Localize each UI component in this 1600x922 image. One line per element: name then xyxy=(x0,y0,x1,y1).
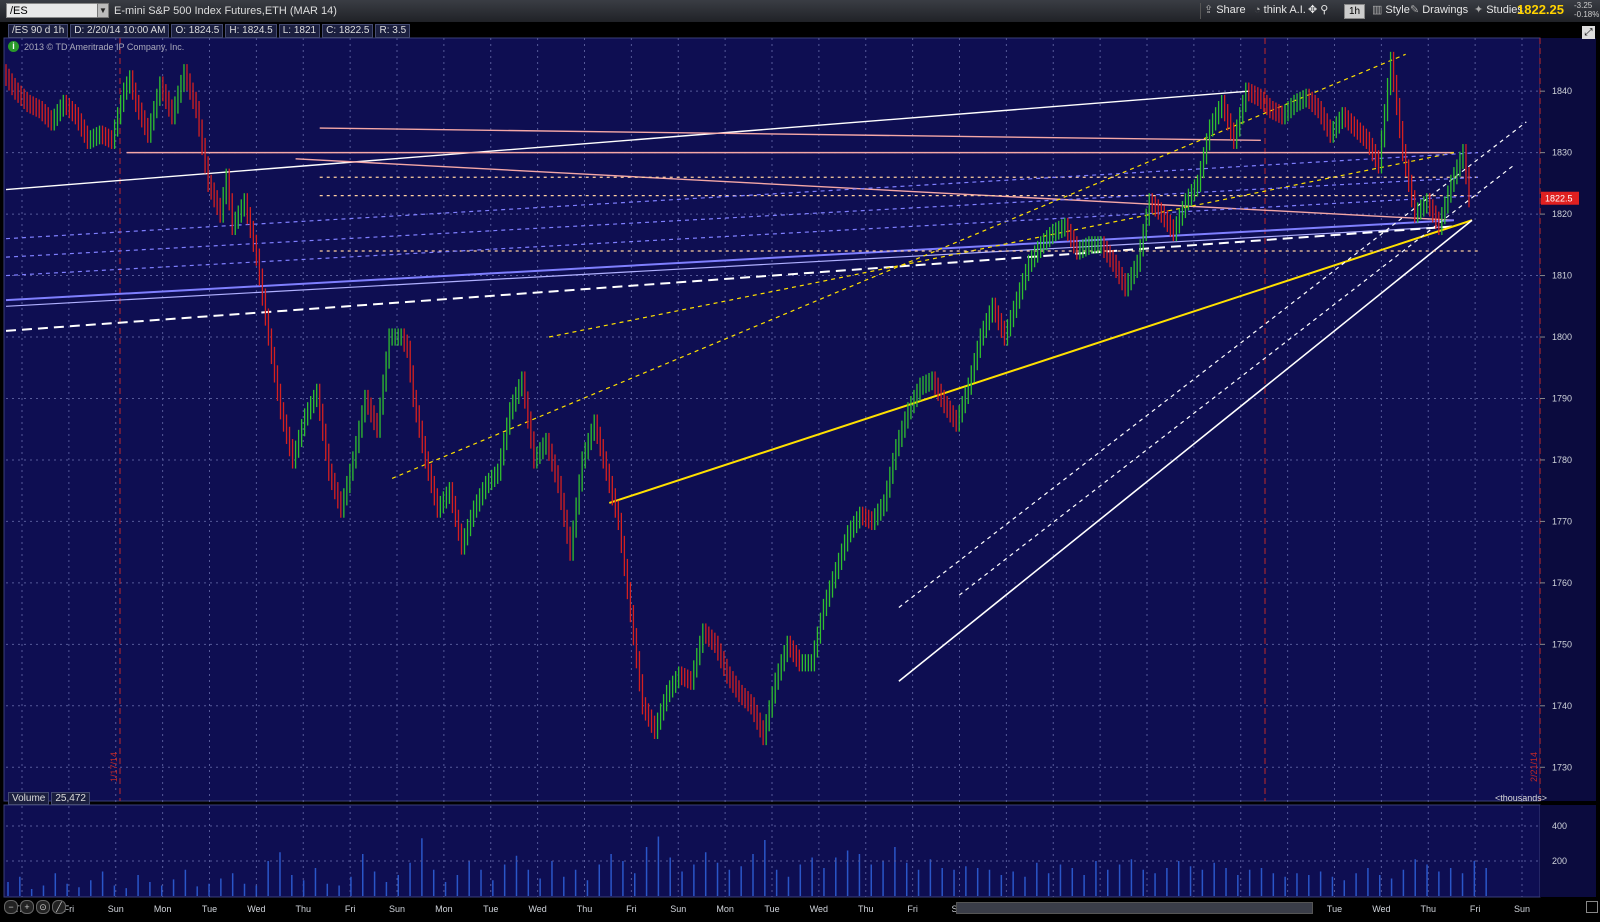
date-label: D: 2/20/14 10:00 AM xyxy=(70,24,170,38)
time-tick-label: Thu xyxy=(1420,904,1436,914)
style-label: Style xyxy=(1385,4,1410,16)
info-bar: /ES 90 d 1h D: 2/20/14 10:00 AM O: 1824.5 H… xyxy=(8,24,412,38)
think-ai-icon: ◔ xyxy=(1254,4,1261,16)
style-button[interactable]: ▥ Style xyxy=(1372,3,1410,18)
time-tick-label: Tue xyxy=(1327,904,1342,914)
time-axis-bg xyxy=(0,898,1600,922)
price-tick-label: 1760 xyxy=(1552,578,1572,588)
close-label: C: 1822.5 xyxy=(322,24,374,38)
instrument-title: E-mini S&P 500 Index Futures,ETH (MAR 14… xyxy=(114,5,337,17)
zoom-controls: − + ⊙ ╱ xyxy=(4,900,68,914)
volume-tick-label: 200 xyxy=(1552,856,1567,866)
share-icon: ⇪ xyxy=(1204,4,1214,16)
drawings-button[interactable]: ✎ Drawings xyxy=(1410,3,1468,18)
open-label: O: 1824.5 xyxy=(171,24,224,38)
date-marker-label: 1/17/14 xyxy=(109,752,119,782)
zoom-out-icon[interactable]: − xyxy=(4,900,18,914)
price-tick-label: 1730 xyxy=(1552,762,1572,772)
low-label: L: 1821 xyxy=(278,24,321,38)
link-icon: ⚲ xyxy=(1320,4,1329,16)
studies-button[interactable]: ✦ Studies xyxy=(1474,3,1523,18)
time-tick-label: Thu xyxy=(858,904,874,914)
time-tick-label: Fri xyxy=(345,904,356,914)
volume-tick-label: 400 xyxy=(1552,821,1567,831)
price-tick-label: 1800 xyxy=(1552,332,1572,342)
time-tick-label: Thu xyxy=(295,904,311,914)
volume-axis-bg xyxy=(1540,805,1596,897)
think-ai-label: think A.I. xyxy=(1263,4,1306,16)
price-tick-label: 1810 xyxy=(1552,271,1572,281)
volume-unit: <thousands> xyxy=(1495,793,1548,803)
time-tick-label: Tue xyxy=(764,904,779,914)
current-price-label: 1822.5 xyxy=(1545,194,1573,204)
time-tick-label: Mon xyxy=(154,904,172,914)
symbol-dropdown-icon[interactable]: ▼ xyxy=(97,3,109,18)
time-tick-label: Wed xyxy=(1372,904,1390,914)
info-icon[interactable]: i xyxy=(8,41,19,52)
time-tick-label: Fri xyxy=(1470,904,1481,914)
studies-icon: ✦ xyxy=(1474,4,1484,16)
pencil-icon: ✎ xyxy=(1410,4,1420,16)
volume-label: Volume 25,472 xyxy=(8,792,92,805)
change-abs: -3.25 xyxy=(1574,1,1593,10)
resize-icon[interactable] xyxy=(1586,901,1598,913)
price-tick-label: 1780 xyxy=(1552,455,1572,465)
zoom-reset-icon[interactable]: ⊙ xyxy=(36,900,50,914)
crosshair-icon: ✥ xyxy=(1308,4,1318,16)
price-tick-label: 1790 xyxy=(1552,393,1572,403)
period-label[interactable]: /ES 90 d 1h xyxy=(8,24,69,38)
volume-title: Volume xyxy=(8,792,50,805)
think-ai-button[interactable]: ◔ think A.I. xyxy=(1254,3,1306,18)
price-chart[interactable]: 1730 1740 1750 1760 1770 1780 1790 1800 1810 1820… xyxy=(0,22,1600,922)
change-pct: -0.18% xyxy=(1574,10,1600,19)
high-label: H: 1824.5 xyxy=(225,24,277,38)
time-tick-label: Tue xyxy=(483,904,498,914)
timeframe-button[interactable]: 1h xyxy=(1344,4,1366,19)
price-tick-label: 1820 xyxy=(1552,209,1572,219)
price-tick-label: 1740 xyxy=(1552,701,1572,711)
time-tick-label: Wed xyxy=(247,904,265,914)
volume-value: 25,472 xyxy=(51,792,90,805)
time-tick-label: Thu xyxy=(577,904,593,914)
date-marker-label: 2/21/14 xyxy=(1529,752,1539,782)
price-tick-label: 1830 xyxy=(1552,148,1572,158)
time-tick-label: Fri xyxy=(907,904,918,914)
zoom-in-icon[interactable]: + xyxy=(20,900,34,914)
time-tick-label: Sun xyxy=(1514,904,1530,914)
time-tick-label: Wed xyxy=(528,904,546,914)
time-tick-label: Mon xyxy=(435,904,453,914)
expand-icon[interactable]: ⤢ xyxy=(1582,26,1595,39)
crosshair-tools[interactable]: ✥ ⚲ xyxy=(1308,3,1328,18)
symbol-input[interactable]: /ES xyxy=(6,3,98,18)
share-button[interactable]: ⇪ Share xyxy=(1204,3,1246,18)
time-tick-label: Sun xyxy=(389,904,405,914)
toolbar: /ES ▼ E-mini S&P 500 Index Futures,ETH (… xyxy=(0,0,1600,23)
share-label: Share xyxy=(1216,4,1246,16)
price-tick-label: 1840 xyxy=(1552,86,1572,96)
price-tick-label: 1750 xyxy=(1552,639,1572,649)
last-price: 1822.25 xyxy=(1517,2,1564,17)
time-tick-label: Fri xyxy=(626,904,637,914)
range-label: R: 3.5 xyxy=(375,24,411,38)
style-icon: ▥ xyxy=(1372,4,1383,16)
price-tick-label: 1770 xyxy=(1552,516,1572,526)
toolbar-divider xyxy=(1200,3,1201,19)
drawings-label: Drawings xyxy=(1422,4,1469,16)
time-tick-label: Tue xyxy=(202,904,217,914)
time-scrollbar[interactable] xyxy=(956,902,1313,914)
copyright-text: 2013 © TD Ameritrade IP Company, Inc. xyxy=(24,42,185,52)
draw-line-icon[interactable]: ╱ xyxy=(52,900,66,914)
time-tick-label: Wed xyxy=(810,904,828,914)
time-tick-label: Sun xyxy=(670,904,686,914)
time-tick-label: Sun xyxy=(108,904,124,914)
time-tick-label: Mon xyxy=(716,904,734,914)
